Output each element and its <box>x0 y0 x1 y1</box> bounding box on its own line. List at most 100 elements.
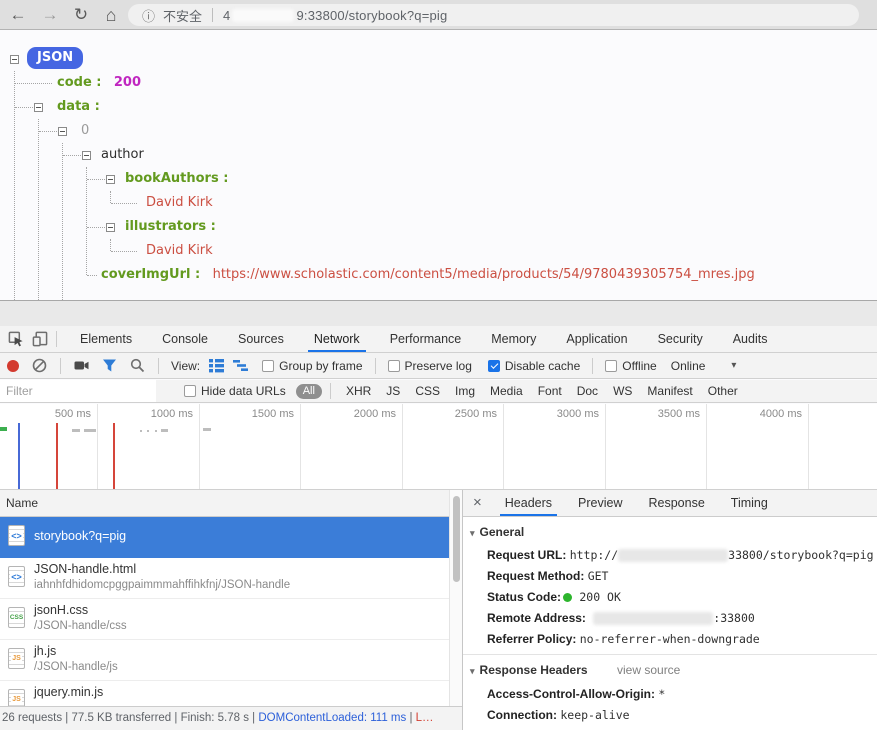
filter-type-doc[interactable]: Doc <box>577 384 598 398</box>
tree-guide <box>39 131 57 132</box>
collapse-toggle-data[interactable] <box>34 103 43 112</box>
tab-security[interactable]: Security <box>654 326 707 352</box>
tab-application[interactable]: Application <box>562 326 631 352</box>
collapse-toggle-index0[interactable] <box>58 127 67 136</box>
json-viewer-page: JSON code : 200 data : 0 author bookAuth… <box>0 30 877 300</box>
disable-cache-checkbox[interactable] <box>487 359 500 372</box>
disclosure-triangle-icon[interactable]: ▾ <box>470 666 475 676</box>
scrollbar-thumb[interactable] <box>452 496 460 582</box>
request-row-jsonh-css[interactable]: CSS jsonH.css /JSON-handle/css <box>0 599 462 640</box>
tree-row-index0: 0 <box>81 123 90 138</box>
back-icon[interactable]: ← <box>6 3 30 27</box>
filter-type-xhr[interactable]: XHR <box>346 384 371 398</box>
field-label: Status Code: <box>487 590 562 604</box>
tab-elements[interactable]: Elements <box>76 326 136 352</box>
hide-data-urls-label[interactable]: Hide data URLs <box>201 384 286 398</box>
clear-icon[interactable] <box>32 358 47 373</box>
request-row-json-handle-html[interactable]: <> JSON-handle.html iahnhfdhidomcpggpaim… <box>0 558 462 599</box>
waterfall-icon[interactable] <box>233 358 249 373</box>
tree-row-bookauthors: bookAuthors : <box>125 171 229 186</box>
tab-sources[interactable]: Sources <box>234 326 288 352</box>
preserve-log-checkbox[interactable] <box>387 359 400 372</box>
timeline-tick: 1500 ms <box>251 408 294 420</box>
info-icon[interactable]: ⓘ <box>142 6 155 25</box>
timeline-request-bar <box>84 429 96 432</box>
reload-icon[interactable]: ↻ <box>69 3 93 27</box>
disclosure-triangle-icon[interactable]: ▾ <box>470 528 475 538</box>
details-tab-bar: × Headers Preview Response Timing <box>463 490 877 517</box>
stylesheet-file-icon: CSS <box>8 607 25 628</box>
tab-network[interactable]: Network <box>307 326 366 352</box>
request-row-storybook[interactable]: <> storybook?q=pig <box>0 517 462 558</box>
tree-guide <box>38 119 39 300</box>
tree-row-author: author <box>101 147 144 162</box>
collapse-toggle-root[interactable] <box>10 55 19 64</box>
home-icon[interactable]: ⌂ <box>99 3 123 27</box>
timeline-gridline <box>300 404 301 489</box>
address-bar[interactable]: ⓘ 不安全 4 9:33800/storybook?q=pig <box>128 4 859 26</box>
search-icon[interactable] <box>130 358 145 373</box>
timeline-request-bar <box>155 430 157 432</box>
tab-console[interactable]: Console <box>158 326 212 352</box>
tab-response[interactable]: Response <box>645 490 707 516</box>
timeline-request-bar <box>147 430 149 432</box>
field-label: Request Method: <box>487 569 585 583</box>
filter-input[interactable] <box>0 380 156 402</box>
group-by-frame-label[interactable]: Group by frame <box>279 359 362 373</box>
disable-cache-label[interactable]: Disable cache <box>505 359 580 373</box>
field-value: no-referrer-when-downgrade <box>579 632 760 646</box>
tab-timing[interactable]: Timing <box>728 490 771 516</box>
filter-type-other[interactable]: Other <box>708 384 738 398</box>
filter-type-js[interactable]: JS <box>386 384 400 398</box>
large-rows-icon[interactable] <box>209 358 225 373</box>
timeline-overview[interactable]: 500 ms 1000 ms 1500 ms 2000 ms 2500 ms 3… <box>0 404 877 490</box>
requests-name-header[interactable]: Name <box>0 490 462 517</box>
request-row-jh-js[interactable]: JS jh.js /JSON-handle/js <box>0 640 462 681</box>
tab-audits[interactable]: Audits <box>729 326 772 352</box>
devtools-splitter-strip[interactable] <box>0 300 877 326</box>
file-icon-glyph: CSS <box>8 613 25 622</box>
field-label: Referrer Policy: <box>487 632 577 646</box>
offline-checkbox[interactable] <box>605 359 618 372</box>
collapse-toggle-author[interactable] <box>82 151 91 160</box>
device-toolbar-icon[interactable] <box>32 331 48 347</box>
record-icon[interactable] <box>7 359 19 372</box>
capture-screenshots-icon[interactable] <box>74 358 89 373</box>
tab-headers[interactable]: Headers <box>499 490 558 516</box>
filter-funnel-icon[interactable] <box>102 358 117 373</box>
filter-type-all[interactable]: All <box>295 383 322 399</box>
inspect-element-icon[interactable] <box>8 331 24 347</box>
collapse-toggle-bookauthors[interactable] <box>106 175 115 184</box>
filter-type-ws[interactable]: WS <box>613 384 632 398</box>
forward-icon[interactable]: → <box>38 3 62 27</box>
view-source-link[interactable]: view source <box>617 663 680 677</box>
json-key: code : <box>57 75 102 90</box>
throttling-select[interactable]: Online <box>671 359 706 373</box>
filter-type-img[interactable]: Img <box>455 384 475 398</box>
browser-toolbar: ← → ↻ ⌂ ⓘ 不安全 4 9:33800/storybook?q=pig <box>0 0 877 30</box>
chevron-down-icon[interactable]: ▾ <box>731 360 736 371</box>
hide-data-urls-checkbox[interactable] <box>184 385 196 397</box>
collapse-toggle-illustrators[interactable] <box>106 223 115 232</box>
tab-memory[interactable]: Memory <box>487 326 540 352</box>
url-prefix: 4 <box>223 7 231 23</box>
json-root-node[interactable]: JSON <box>27 47 84 69</box>
timeline-tick: 1000 ms <box>150 408 193 420</box>
requests-scrollbar[interactable] <box>449 490 462 706</box>
preserve-log-label[interactable]: Preserve log <box>405 359 472 373</box>
view-label: View: <box>171 358 201 373</box>
group-by-frame-checkbox[interactable] <box>262 359 275 372</box>
filter-type-manifest[interactable]: Manifest <box>647 384 692 398</box>
timeline-tick: 3500 ms <box>657 408 700 420</box>
tab-performance[interactable]: Performance <box>386 326 466 352</box>
filter-type-css[interactable]: CSS <box>415 384 440 398</box>
json-value: 200 <box>113 75 142 90</box>
tree-row-illustrators: illustrators : <box>125 219 216 234</box>
filter-type-font[interactable]: Font <box>538 384 562 398</box>
offline-label[interactable]: Offline <box>622 359 656 373</box>
filter-type-media[interactable]: Media <box>490 384 523 398</box>
request-row-jquery-min-js[interactable]: JS jquery.min.js <box>0 681 462 706</box>
url-suffix: 9:33800/storybook?q=pig <box>296 7 448 23</box>
tab-preview[interactable]: Preview <box>575 490 625 516</box>
close-icon[interactable]: × <box>473 490 482 516</box>
